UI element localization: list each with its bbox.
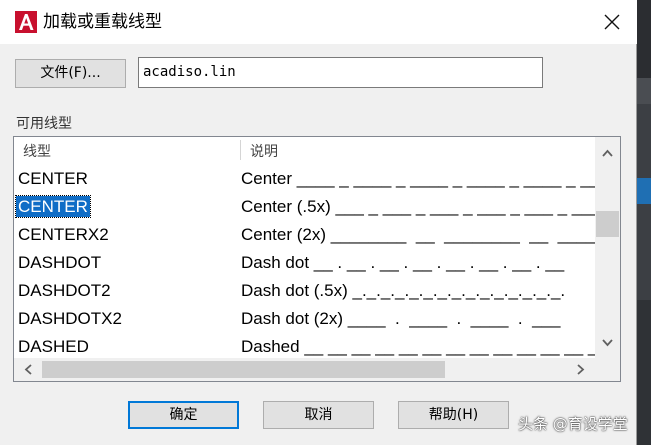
load-linetype-dialog: 加载或重载线型 文件(F)... acadiso.lin 可用线型 线型 说明 … — [0, 0, 637, 445]
linetype-description: Dash dot (2x) ____ . ____ . ____ . ___ — [241, 309, 561, 328]
strip-segment — [637, 178, 651, 204]
linetype-name: DASHDOTX2 — [18, 309, 122, 328]
horizontal-scrollbar[interactable] — [14, 358, 595, 381]
column-divider[interactable] — [240, 140, 241, 160]
scroll-up-button[interactable] — [595, 143, 620, 163]
autocad-icon — [15, 11, 37, 33]
linetype-row-selected[interactable]: CENTER Center (.5x) ___ _ ___ _ ___ _ __… — [14, 192, 600, 220]
linetype-description: Dash dot (.5x) _._._._._._._._._._._._._… — [241, 281, 566, 300]
linetype-description: Dashed __ __ __ __ __ __ __ __ __ __ __ … — [241, 337, 621, 356]
linetype-description: Dash dot __ . __ . __ . __ . __ . __ . _… — [241, 253, 565, 272]
chevron-up-icon — [602, 149, 613, 157]
strip-segment — [637, 0, 651, 78]
column-header-description[interactable]: 说明 — [250, 141, 278, 161]
linetype-name: CENTER — [18, 169, 88, 188]
ok-button[interactable]: 确定 — [128, 401, 239, 429]
linetype-list[interactable]: 线型 说明 CENTER Center ____ _ ____ _ ____ _… — [13, 136, 621, 382]
linetype-name: DASHDOT — [18, 253, 102, 272]
linetype-row[interactable]: DASHDOT2 Dash dot (.5x) _._._._._._._._.… — [14, 276, 594, 304]
chevron-right-icon — [577, 364, 585, 375]
help-button[interactable]: 帮助(H) — [398, 401, 509, 429]
scroll-right-button[interactable] — [570, 358, 592, 381]
vertical-scroll-thumb[interactable] — [596, 211, 619, 237]
close-icon — [604, 14, 620, 30]
linetype-name: DASHDOT2 — [18, 281, 111, 300]
linetype-row[interactable]: CENTERX2 Center (2x) ________ __ _______… — [14, 220, 605, 248]
linetype-row[interactable]: DASHDOT Dash dot __ . __ . __ . __ . __ … — [14, 248, 594, 276]
dialog-title: 加载或重载线型 — [43, 12, 162, 32]
linetype-name: CENTERX2 — [18, 225, 109, 244]
linetype-description: Center (2x) ________ __ ________ __ ____… — [241, 225, 605, 244]
linetype-row[interactable]: DASHDOTX2 Dash dot (2x) ____ . ____ . __… — [14, 304, 594, 332]
strip-segment — [637, 78, 651, 104]
linetype-row[interactable]: CENTER Center ____ _ ____ _ ____ _ ____ … — [14, 164, 618, 192]
close-button[interactable] — [592, 6, 632, 38]
available-linetypes-label: 可用线型 — [16, 116, 72, 132]
linetype-description: Center ____ _ ____ _ ____ _ ____ _ ____ … — [241, 169, 619, 188]
linetype-name: CENTER — [15, 195, 91, 218]
horizontal-scroll-thumb[interactable] — [42, 361, 445, 378]
column-header-linetype[interactable]: 线型 — [23, 141, 51, 161]
chevron-down-icon — [602, 339, 613, 347]
vertical-scrollbar[interactable] — [595, 137, 620, 358]
scroll-left-button[interactable] — [17, 358, 39, 381]
background-window-strip — [637, 0, 651, 445]
list-header: 线型 说明 — [14, 137, 594, 163]
linetype-description: Center (.5x) ___ _ ___ _ ___ _ ___ _ ___… — [241, 197, 601, 216]
title-bar: 加载或重载线型 — [0, 0, 637, 44]
scroll-down-button[interactable] — [595, 333, 620, 353]
strip-segment — [637, 300, 651, 445]
linetype-name: DASHED — [18, 337, 89, 356]
scrollbar-corner — [595, 358, 620, 381]
linetype-row[interactable]: DASHED Dashed __ __ __ __ __ __ __ __ __… — [14, 332, 620, 360]
cancel-button[interactable]: 取消 — [263, 401, 374, 429]
chevron-left-icon — [24, 364, 32, 375]
file-name-field[interactable]: acadiso.lin — [138, 57, 543, 88]
watermark: 头条 @育设学堂 — [518, 415, 628, 433]
file-button[interactable]: 文件(F)... — [15, 59, 126, 88]
